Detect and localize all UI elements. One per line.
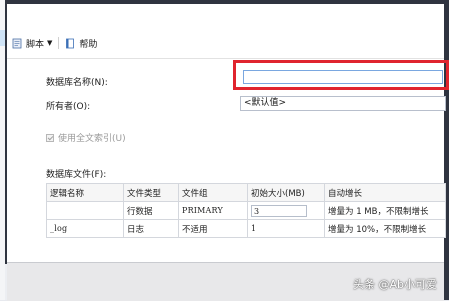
- cell-filegroup: 不适用: [178, 219, 248, 238]
- highlight-box: [233, 60, 449, 90]
- toolbar-separator: [58, 37, 60, 49]
- owner-input[interactable]: <默认值>: [240, 96, 446, 111]
- script-icon: [12, 38, 22, 48]
- cell-file-type: 日志: [123, 219, 179, 238]
- window-right-border: [444, 0, 449, 300]
- cell-initial-size[interactable]: 1: [247, 219, 325, 238]
- toolbar-divider: [7, 58, 444, 59]
- fulltext-label: 使用全文索引(U): [58, 134, 126, 144]
- cell-initial-size[interactable]: 3: [247, 201, 325, 220]
- cell-logical-name[interactable]: [46, 201, 124, 220]
- help-button[interactable]: 帮助: [65, 37, 97, 50]
- header-autogrowth[interactable]: 自动增长: [324, 183, 446, 202]
- table-header-row: 逻辑名称 文件类型 文件组 初始大小(MB) 自动增长: [46, 183, 446, 202]
- owner-label: 所有者(O):: [46, 102, 91, 112]
- watermark-text: 头条 @Ab小可爱: [352, 278, 437, 291]
- header-logical-name[interactable]: 逻辑名称: [46, 183, 124, 202]
- cell-autogrowth[interactable]: 增量为 10%，不限制增长: [324, 219, 446, 238]
- header-file-type[interactable]: 文件类型: [123, 183, 179, 202]
- toolbar: 脚本 ▼ 帮助: [12, 34, 97, 52]
- initial-size-input[interactable]: 3: [251, 204, 307, 217]
- header-initial-size[interactable]: 初始大小(MB): [247, 183, 325, 202]
- cell-autogrowth[interactable]: 增量为 1 MB，不限制增长: [324, 201, 446, 220]
- chevron-down-icon[interactable]: ▼: [47, 39, 52, 47]
- table-row[interactable]: _log 日志 不适用 1 增量为 10%，不限制增长: [46, 219, 446, 238]
- script-label: 脚本: [26, 39, 45, 50]
- header-filegroup[interactable]: 文件组: [178, 183, 248, 202]
- db-files-label: 数据库文件(F):: [46, 170, 107, 180]
- fulltext-checkbox[interactable]: [46, 133, 54, 142]
- fulltext-checkbox-row[interactable]: 使用全文索引(U): [46, 131, 126, 144]
- help-label: 帮助: [79, 39, 98, 50]
- db-files-table: 逻辑名称 文件类型 文件组 初始大小(MB) 自动增长 行数据 PRIMARY …: [46, 183, 446, 238]
- script-button[interactable]: 脚本 ▼: [12, 37, 52, 50]
- cell-file-type: 行数据: [123, 201, 179, 220]
- help-icon: [66, 38, 75, 48]
- cell-filegroup: PRIMARY: [178, 201, 248, 220]
- db-name-label: 数据库名称(N):: [46, 78, 108, 88]
- cell-logical-name[interactable]: _log: [46, 219, 124, 238]
- table-row[interactable]: 行数据 PRIMARY 3 增量为 1 MB，不限制增长: [46, 201, 446, 220]
